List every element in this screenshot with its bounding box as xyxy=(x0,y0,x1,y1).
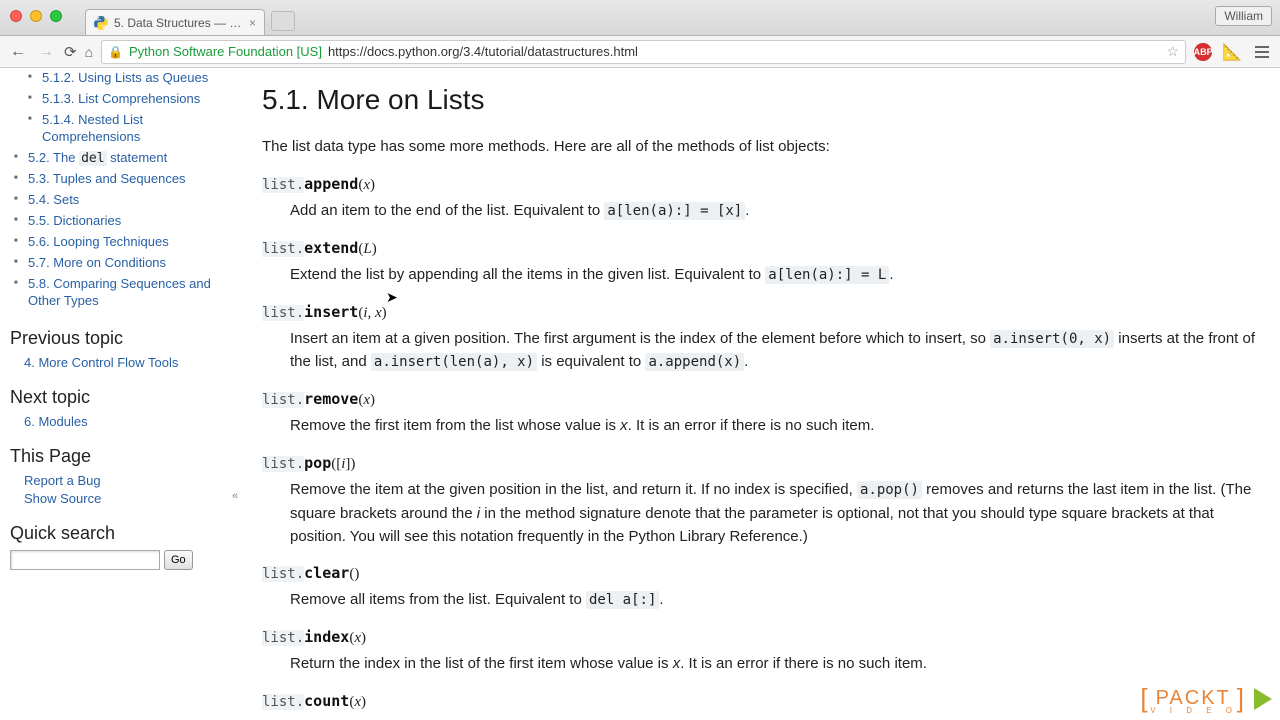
toc-item[interactable]: 5.1.3. List Comprehensions xyxy=(28,89,220,110)
close-window-button[interactable] xyxy=(10,10,22,22)
toc-item[interactable]: 5.2. The del statement xyxy=(14,148,220,170)
lock-icon: 🔒 xyxy=(108,45,123,59)
sidebar: 5.1.2. Using Lists as Queues 5.1.3. List… xyxy=(0,68,230,720)
next-topic-heading: Next topic xyxy=(10,387,220,408)
browser-tab-active[interactable]: 5. Data Structures — Pyth… × xyxy=(85,9,265,35)
profile-button[interactable]: William xyxy=(1215,6,1272,26)
method-signature-clear: list.clear() xyxy=(262,562,1266,586)
method-signature-insert: list.insert(i, x) xyxy=(262,301,1266,325)
report-bug-link[interactable]: Report a Bug xyxy=(10,471,220,489)
new-tab-button[interactable] xyxy=(271,11,295,31)
browser-toolbar: ← → ⟳ ⌂ 🔒 Python Software Foundation [US… xyxy=(0,36,1280,68)
search-input[interactable] xyxy=(10,550,160,570)
tab-strip: 5. Data Structures — Pyth… × William xyxy=(0,0,1280,36)
minimize-window-button[interactable] xyxy=(30,10,42,22)
toc-item[interactable]: 5.5. Dictionaries xyxy=(14,211,220,232)
bookmark-star-icon[interactable]: ☆ xyxy=(1167,43,1180,60)
method-signature-remove: list.remove(x) xyxy=(262,388,1266,412)
sidebar-collapse-handle[interactable]: « xyxy=(232,490,238,502)
adblock-icon[interactable]: ABP xyxy=(1194,43,1212,61)
ruler-extension-icon[interactable]: 📐 xyxy=(1220,42,1244,62)
tab-title: 5. Data Structures — Pyth… xyxy=(114,16,243,30)
python-favicon-icon xyxy=(94,16,108,30)
method-signature-index: list.index(x) xyxy=(262,626,1266,650)
maximize-window-button[interactable] xyxy=(50,10,62,22)
address-bar[interactable]: 🔒 Python Software Foundation [US] ☆ xyxy=(101,40,1186,64)
method-signature-extend: list.extend(L) xyxy=(262,237,1266,261)
method-desc-extend: Extend the list by appending all the ite… xyxy=(290,263,1266,287)
method-desc-insert: Insert an item at a given position. The … xyxy=(290,327,1266,374)
reload-button[interactable]: ⟳ xyxy=(64,43,77,61)
toc-item[interactable]: 5.3. Tuples and Sequences xyxy=(14,169,220,190)
method-signature-pop: list.pop([i]) xyxy=(262,452,1266,476)
back-button[interactable]: ← xyxy=(8,41,28,63)
chrome-menu-button[interactable] xyxy=(1252,43,1272,61)
toc-item[interactable]: 5.1.2. Using Lists as Queues xyxy=(28,68,220,89)
method-desc-pop: Remove the item at the given position in… xyxy=(290,478,1266,548)
toc-item[interactable]: 5.7. More on Conditions xyxy=(14,253,220,274)
search-go-button[interactable]: Go xyxy=(164,550,193,570)
toc-item[interactable]: 5.1.4. Nested List Comprehensions xyxy=(28,110,220,148)
toc-item[interactable]: 5.4. Sets xyxy=(14,190,220,211)
intro-paragraph: The list data type has some more methods… xyxy=(262,135,1266,158)
window-controls xyxy=(10,10,62,22)
section-heading: 5.1. More on Lists xyxy=(262,78,1266,121)
play-icon xyxy=(1254,688,1272,710)
main-article: 5.1. More on Lists The list data type ha… xyxy=(230,68,1280,720)
forward-button[interactable]: → xyxy=(36,41,56,63)
tabs-row: 5. Data Structures — Pyth… × xyxy=(85,0,295,35)
close-tab-icon[interactable]: × xyxy=(249,16,256,30)
quick-search-heading: Quick search xyxy=(10,523,220,544)
page-content: 5.1.2. Using Lists as Queues 5.1.3. List… xyxy=(0,68,1280,720)
method-desc-index: Return the index in the list of the firs… xyxy=(290,652,1266,675)
packt-watermark: [PACKT] V I D E O xyxy=(1140,683,1272,714)
this-page-heading: This Page xyxy=(10,446,220,467)
method-desc-remove: Remove the first item from the list whos… xyxy=(290,414,1266,437)
method-signature-append: list.append(x) xyxy=(262,173,1266,197)
toc-item[interactable]: 5.6. Looping Techniques xyxy=(14,232,220,253)
toc-item[interactable]: 5.8. Comparing Sequences and Other Types xyxy=(14,274,220,312)
method-desc-append: Add an item to the end of the list. Equi… xyxy=(290,199,1266,223)
method-desc-clear: Remove all items from the list. Equivale… xyxy=(290,588,1266,612)
previous-topic-link[interactable]: 4. More Control Flow Tools xyxy=(10,353,220,371)
url-input[interactable] xyxy=(328,44,1161,59)
next-topic-link[interactable]: 6. Modules xyxy=(10,412,220,430)
previous-topic-heading: Previous topic xyxy=(10,328,220,349)
method-signature-count: list.count(x) xyxy=(262,690,1266,714)
ev-cert-label: Python Software Foundation [US] xyxy=(129,44,322,59)
show-source-link[interactable]: Show Source xyxy=(10,489,220,507)
home-button[interactable]: ⌂ xyxy=(85,44,93,60)
